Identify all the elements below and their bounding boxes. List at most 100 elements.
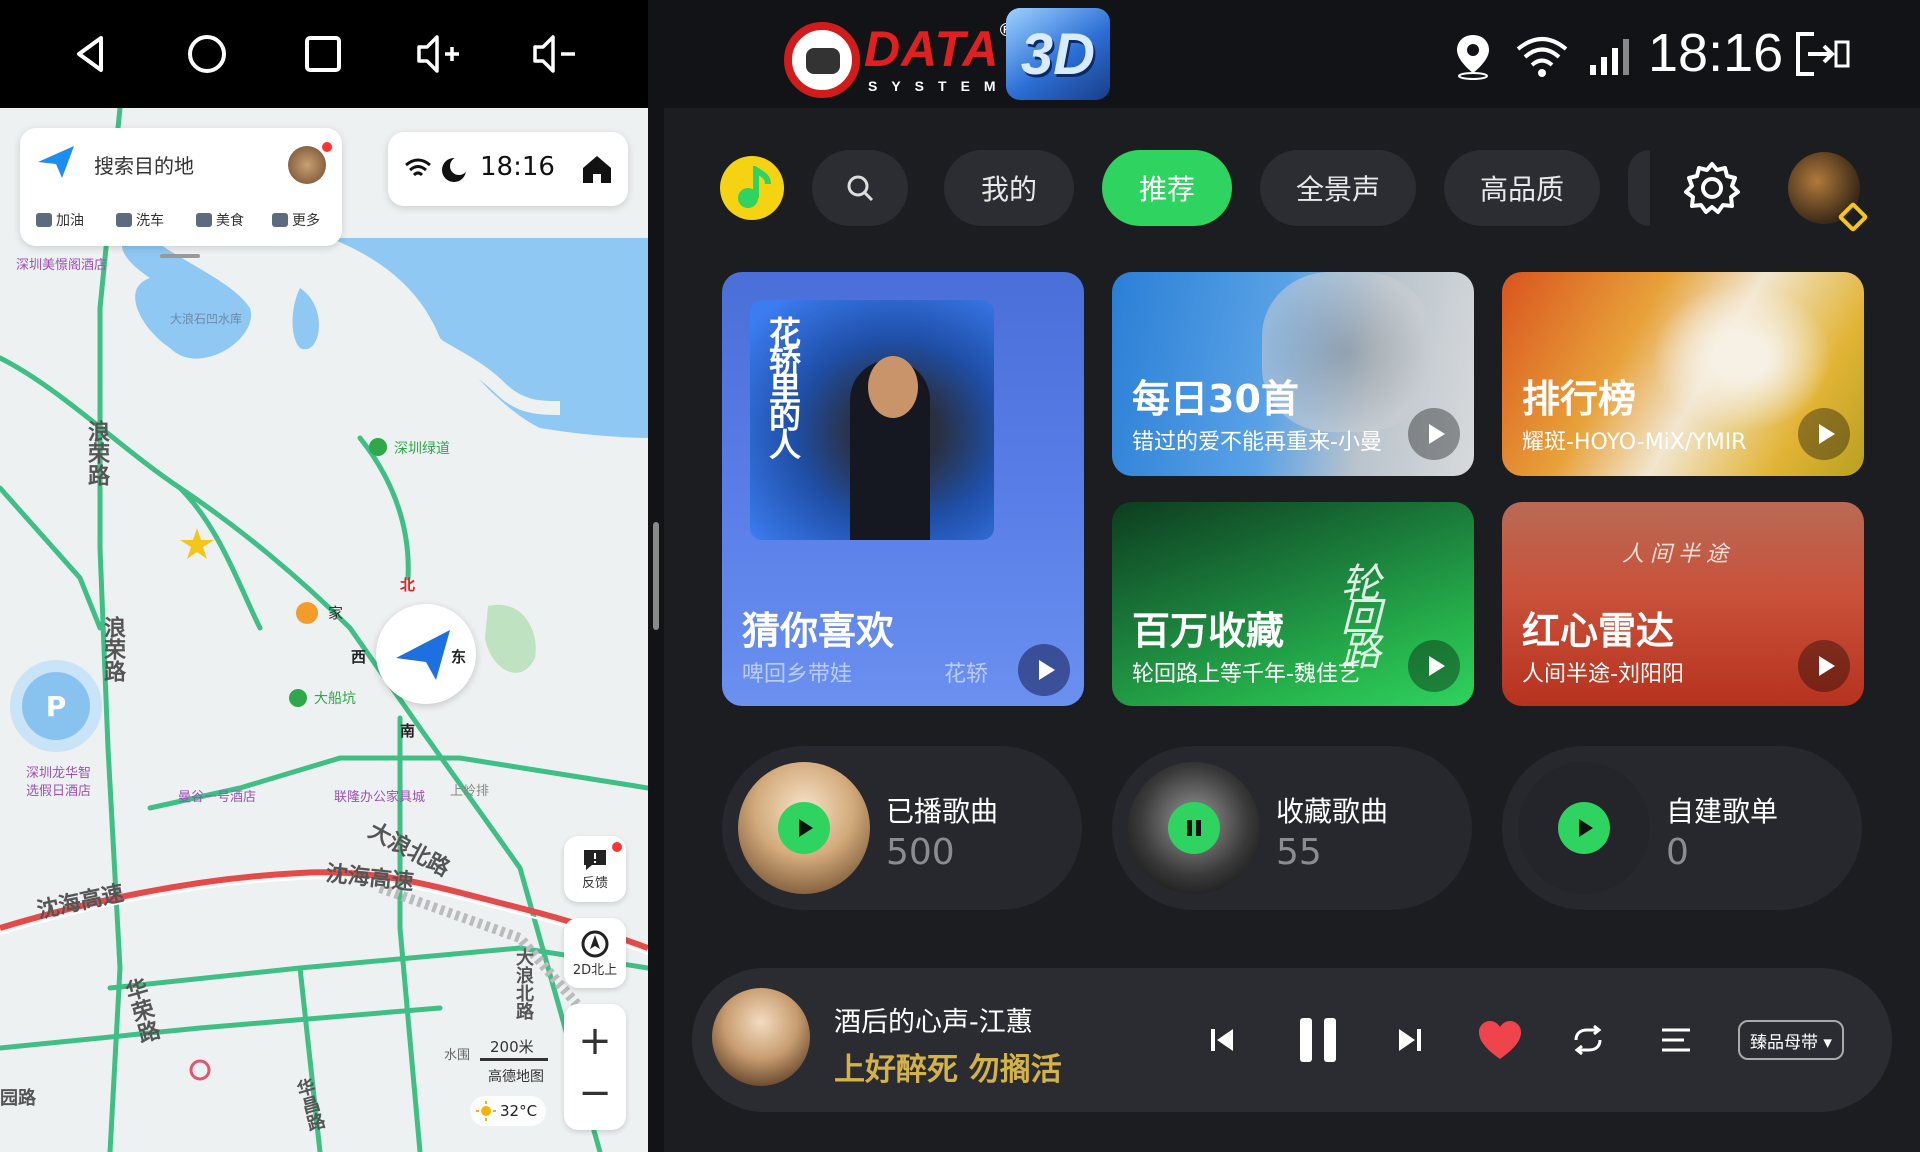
tab-mine[interactable]: 我的 xyxy=(944,150,1074,226)
now-playing-cover[interactable] xyxy=(712,988,810,1086)
home-label[interactable]: 家 xyxy=(328,602,343,623)
song-lyric: 上好醉死 勿搁活 xyxy=(834,1052,1062,1088)
pause-icon xyxy=(1187,820,1201,836)
play-button[interactable] xyxy=(1408,640,1460,692)
cover-text: 花轿里的人 xyxy=(764,316,802,456)
search-input[interactable]: 搜索目的地 xyxy=(94,150,194,179)
music-logo-icon[interactable] xyxy=(720,156,784,220)
quick-action-fuel[interactable]: 加油 xyxy=(36,210,84,230)
card-daily-30[interactable]: 每日30首 错过的爱不能再重来-小曼 xyxy=(1112,272,1474,476)
place-label[interactable]: 深圳龙华智 xyxy=(26,762,91,781)
home-icon[interactable] xyxy=(580,152,614,186)
road-label: 园路 xyxy=(0,1088,36,1109)
song-title[interactable]: 酒后的心声-江蕙 xyxy=(834,1000,1033,1039)
list-label: 已播歌曲 xyxy=(886,795,999,828)
skip-next-icon xyxy=(1399,1029,1421,1051)
tab-overflow[interactable] xyxy=(1628,150,1650,226)
place-label[interactable]: 深圳美憬阁酒店 xyxy=(16,254,107,273)
previous-button[interactable] xyxy=(1196,1014,1248,1066)
road-label: 浪荣路 xyxy=(84,420,109,486)
play-button[interactable] xyxy=(1018,644,1070,696)
repeat-icon xyxy=(1574,1024,1602,1056)
split-divider xyxy=(648,108,664,1152)
quick-action-food[interactable]: 美食 xyxy=(196,210,244,230)
place-label[interactable]: 选假日酒店 xyxy=(26,780,91,799)
list-custom-playlists[interactable]: 自建歌单 0 xyxy=(1502,746,1862,910)
avatar[interactable] xyxy=(288,146,326,184)
place-label[interactable]: 曼谷一号酒店 xyxy=(178,786,256,805)
scale-bar xyxy=(480,1058,548,1061)
map-search-card[interactable]: 搜索目的地 加油 洗车 美食 更多 xyxy=(20,128,342,246)
list-count: 55 xyxy=(1276,832,1322,873)
gear-icon[interactable] xyxy=(1680,156,1744,220)
tab-recommend[interactable]: 推荐 xyxy=(1102,150,1232,226)
provider-label: 高德地图 xyxy=(488,1069,544,1085)
search-icon xyxy=(847,175,874,202)
repeat-button[interactable] xyxy=(1562,1014,1614,1066)
zoom-control[interactable]: + − xyxy=(564,1004,626,1130)
quality-select[interactable]: 臻品母带 ▾ xyxy=(1738,1020,1844,1060)
split-handle[interactable] xyxy=(653,522,659,630)
tab-spatial-audio[interactable]: 全景声 xyxy=(1260,150,1416,226)
notification-dot xyxy=(612,842,622,852)
zoom-out-button[interactable]: − xyxy=(578,1067,612,1119)
volume-down-icon[interactable] xyxy=(520,22,590,86)
place-label[interactable]: 联隆办公家具城 xyxy=(334,786,425,805)
play-button[interactable] xyxy=(1408,408,1460,460)
north-up-icon xyxy=(581,930,609,957)
recents-icon[interactable] xyxy=(288,22,358,86)
playlist-button[interactable] xyxy=(1650,1014,1702,1066)
svg-text:P: P xyxy=(46,690,67,723)
volume-up-icon[interactable] xyxy=(404,22,474,86)
pause-button[interactable] xyxy=(1168,802,1220,854)
brand-3d-badge: 3D xyxy=(1006,8,1110,100)
play-button[interactable] xyxy=(1798,408,1850,460)
status-icons xyxy=(1448,26,1636,86)
system-nav-bar xyxy=(0,0,648,108)
view-mode-button[interactable]: 2D北上 xyxy=(564,918,626,988)
feedback-icon xyxy=(584,849,606,870)
artwork xyxy=(1652,282,1832,432)
tab-high-quality[interactable]: 高品质 xyxy=(1444,150,1600,226)
play-button[interactable] xyxy=(1798,640,1850,692)
quick-action-carwash[interactable]: 洗车 xyxy=(116,210,164,230)
like-button[interactable] xyxy=(1474,1014,1526,1066)
compass-west: 西 xyxy=(351,648,367,666)
back-icon[interactable] xyxy=(56,22,126,86)
card-title: 猜你喜欢 xyxy=(742,609,895,653)
music-app: 我的 推荐 全景声 高品质 花轿里的人 猜你喜欢 啤回乡带娃 花轿 每日30首 … xyxy=(664,108,1920,1152)
place-label: 上岭排 xyxy=(450,784,490,799)
list-played-songs[interactable]: 已播歌曲 500 xyxy=(722,746,1082,910)
quick-action-more[interactable]: 更多 xyxy=(272,210,320,230)
zoom-in-button[interactable]: + xyxy=(578,1015,612,1067)
now-playing-bar[interactable]: 酒后的心声-江蕙 上好醉死 勿搁活 臻品母带 ▾ xyxy=(692,968,1892,1112)
list-label: 自建歌单 xyxy=(1666,795,1779,828)
next-button[interactable] xyxy=(1384,1014,1436,1066)
card-title: 红心雷达 xyxy=(1522,609,1675,653)
scale-label: 200米 xyxy=(490,1038,534,1056)
card-guess-you-like[interactable]: 花轿里的人 猜你喜欢 啤回乡带娃 花轿 xyxy=(722,272,1084,706)
drag-handle[interactable] xyxy=(160,254,200,258)
search-button[interactable] xyxy=(812,150,908,226)
card-heart-radar[interactable]: 人间半途 红心雷达 人间半途-刘阳阳 xyxy=(1502,502,1864,706)
list-favorite-songs[interactable]: 收藏歌曲 55 xyxy=(1112,746,1472,910)
place-label[interactable]: 大船坑 xyxy=(314,688,356,708)
card-subtitle: 耀斑-HOYO-MiX/YMIR xyxy=(1522,430,1747,455)
play-button[interactable] xyxy=(1558,802,1610,854)
brand-logo-text: DATA® xyxy=(864,20,1013,77)
road-label: 浪荣路 xyxy=(100,616,125,682)
card-subtitle-next: 花轿 xyxy=(944,662,989,687)
play-icon xyxy=(1038,660,1055,680)
road-label: 大浪北路 xyxy=(513,948,534,1020)
food-icon xyxy=(196,213,212,227)
compass-east: 东 xyxy=(451,648,467,666)
exit-split-icon[interactable] xyxy=(1792,30,1852,78)
card-million-favorites[interactable]: 轮回路 百万收藏 轮回路上等千年-魏佳艺 xyxy=(1112,502,1474,706)
map-panel[interactable]: P 深圳美憬阁酒店 大浪石凹水库 深圳绿道 家 大船坑 深圳龙华智 选假日酒店 … xyxy=(0,108,648,1152)
card-charts[interactable]: 排行榜 耀斑-HOYO-MiX/YMIR xyxy=(1502,272,1864,476)
pause-button[interactable] xyxy=(1286,1008,1350,1072)
home-icon[interactable] xyxy=(172,22,242,86)
play-button[interactable] xyxy=(778,802,830,854)
place-label[interactable]: 深圳绿道 xyxy=(394,438,450,458)
card-title: 百万收藏 xyxy=(1132,609,1285,653)
